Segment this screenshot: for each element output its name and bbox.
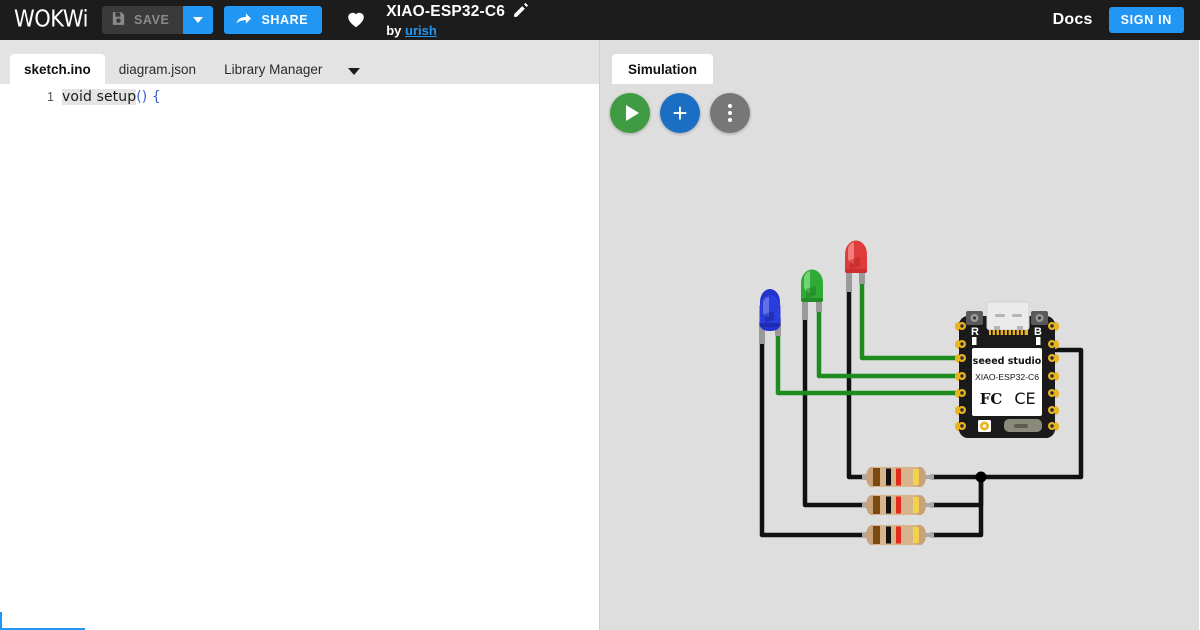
board-model-text: XIAO-ESP32-C6 <box>975 372 1039 382</box>
wire-resistor-mid-out <box>928 478 984 508</box>
share-arrow-icon <box>234 9 253 31</box>
tab-sketch-ino[interactable]: sketch.ino <box>10 54 105 84</box>
save-dropdown-button[interactable] <box>183 6 214 34</box>
fcc-mark-icon: FC <box>980 390 1003 408</box>
wire-resistor-bot-out <box>928 478 984 538</box>
board-antenna-connector <box>1004 419 1042 432</box>
heart-icon <box>344 8 368 33</box>
pencil-icon <box>512 2 529 22</box>
resistor-1[interactable] <box>862 467 934 487</box>
led-blue[interactable] <box>759 289 781 344</box>
board-vendor-text: seeed studio <box>973 356 1042 367</box>
code-content: void setup() { <box>62 89 161 105</box>
ce-mark-icon: CE <box>1014 389 1035 408</box>
editor-tab-bar: sketch.ino diagram.json Library Manager <box>0 40 599 84</box>
author-link[interactable]: urish <box>405 23 437 38</box>
resistor-3[interactable] <box>862 525 934 545</box>
favorite-button[interactable] <box>340 8 372 33</box>
wire-red-cathode <box>846 285 871 480</box>
code-token-selected: void setup <box>62 89 137 105</box>
simulation-menu-button[interactable] <box>710 93 750 133</box>
code-editor-pane: sketch.ino diagram.json Library Manager … <box>0 40 600 630</box>
resistor-2[interactable] <box>862 495 934 515</box>
board-xiao-esp32-c6[interactable]: R B seeed studio XIAO-ESP32-C6 FC CE <box>955 301 1059 438</box>
wire-green-anode <box>816 307 961 379</box>
save-button[interactable]: SAVE <box>101 6 184 34</box>
share-button[interactable]: SHARE <box>224 6 323 34</box>
code-token-punctuation: () { <box>136 89 161 105</box>
floppy-disk-icon <box>110 10 127 30</box>
simulation-controls: + <box>600 84 750 133</box>
docs-link[interactable]: Docs <box>1053 11 1093 29</box>
board-button-boot[interactable] <box>1031 311 1048 325</box>
sign-in-button[interactable]: SIGN IN <box>1108 7 1184 33</box>
kebab-menu-icon <box>728 104 732 122</box>
project-title-block: XIAO-ESP32-C6 by urish <box>386 2 529 38</box>
by-label: by <box>386 22 402 38</box>
save-button-group: SAVE <box>101 6 214 34</box>
usb-c-connector <box>986 301 1030 335</box>
start-simulation-button[interactable] <box>610 93 650 133</box>
chevron-down-icon[interactable] <box>348 68 361 75</box>
wokwi-logo[interactable]: WOKWi <box>14 6 88 32</box>
play-icon <box>625 105 639 121</box>
project-author-line: by urish <box>386 22 529 38</box>
wokwi-logo-text: WOKWi <box>14 6 88 32</box>
board-button-reset[interactable] <box>966 311 983 325</box>
wire-red-anode <box>859 281 961 361</box>
board-label-boot: B <box>1034 326 1042 338</box>
rename-project-button[interactable] <box>512 2 529 22</box>
code-line: 1 void setup() { <box>0 87 599 107</box>
topbar-right-actions: Docs SIGN IN <box>1053 7 1190 33</box>
save-button-label: SAVE <box>133 13 170 27</box>
line-number: 1 <box>47 90 54 104</box>
top-navigation-bar: WOKWi SAVE SHARE XIAO-ESP32-C6 by urish … <box>0 0 1200 40</box>
simulation-pane: Simulation R B seeed studio XIAO-ESP32-C… <box>600 40 1199 630</box>
wire-junction-dot <box>975 471 987 483</box>
chevron-down-icon <box>193 17 204 23</box>
editor-status-indicator <box>0 612 85 630</box>
share-button-label: SHARE <box>261 13 309 27</box>
add-part-button[interactable]: + <box>660 93 700 133</box>
project-title: XIAO-ESP32-C6 <box>386 2 506 20</box>
tab-diagram-json[interactable]: diagram.json <box>105 54 210 84</box>
board-label-reset: R <box>971 326 979 338</box>
code-editor-area[interactable]: 1 void setup() { <box>0 84 599 630</box>
workspace: sketch.ino diagram.json Library Manager … <box>0 40 1200 630</box>
plus-icon: + <box>672 97 688 128</box>
tab-library-manager[interactable]: Library Manager <box>210 54 336 84</box>
board-led-indicator <box>978 420 991 432</box>
